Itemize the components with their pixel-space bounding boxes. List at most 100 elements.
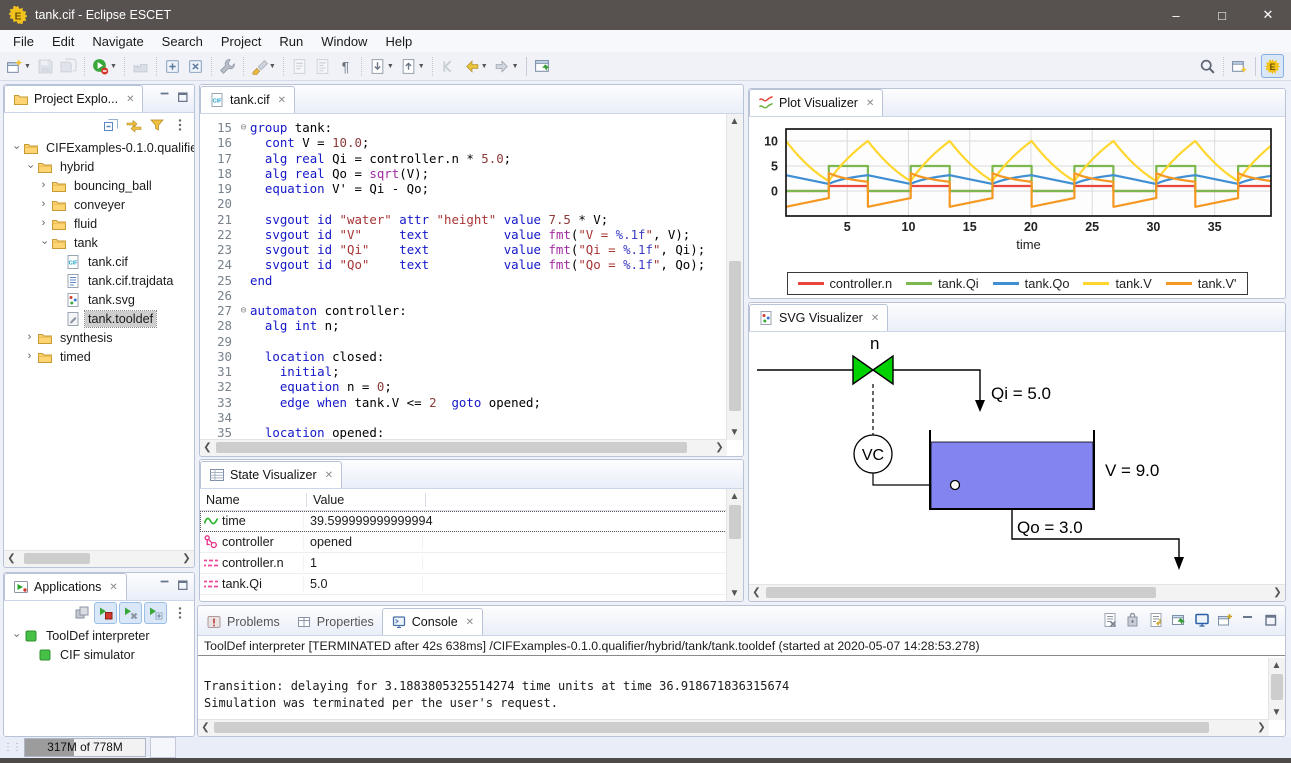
maximize-view-icon[interactable] xyxy=(176,578,190,592)
tab-console[interactable]: Console✕ xyxy=(382,608,483,635)
state-vscrollbar[interactable]: ▲ ▼ xyxy=(726,489,743,601)
menu-file[interactable]: File xyxy=(4,32,43,51)
explorer-item-tank-svg[interactable]: tank.svg xyxy=(4,290,194,309)
code-line-25[interactable]: 25end xyxy=(200,273,727,288)
escet-perspective-button[interactable]: E xyxy=(1261,54,1284,78)
explorer-item-conveyer[interactable]: ›conveyer xyxy=(4,195,194,214)
expander-open-icon[interactable]: › xyxy=(8,626,23,645)
apps-stop-button[interactable] xyxy=(94,602,117,624)
pin-console-button[interactable] xyxy=(1168,610,1189,630)
expander-closed-icon[interactable]: › xyxy=(36,195,51,214)
word-wrap-button[interactable] xyxy=(1145,610,1166,630)
tab-state-visualizer[interactable]: State Visualizer ✕ xyxy=(200,461,342,488)
new-window-button[interactable] xyxy=(532,55,553,77)
console-output[interactable]: Transition: delaying for 3.1883805325514… xyxy=(198,656,1285,717)
minimize-view-icon[interactable] xyxy=(158,578,172,592)
close-button[interactable]: ✕ xyxy=(1245,0,1291,30)
code-line-29[interactable]: 29 xyxy=(200,334,727,349)
dropdown-arrow-icon[interactable]: ▼ xyxy=(269,63,276,70)
collapse-all-button[interactable] xyxy=(100,115,121,135)
explorer-item-tank-cif[interactable]: CIFtank.cif xyxy=(4,252,194,271)
explorer-item-tank-cif-trajdata[interactable]: tank.cif.trajdata xyxy=(4,271,194,290)
console-hscrollbar[interactable]: ❮ ❯ xyxy=(198,719,1269,736)
dropdown-arrow-icon[interactable]: ▼ xyxy=(418,63,425,70)
menu-edit[interactable]: Edit xyxy=(43,32,83,51)
view-menu-button[interactable] xyxy=(169,115,190,135)
menu-help[interactable]: Help xyxy=(376,32,421,51)
expander-open-icon[interactable]: › xyxy=(36,233,51,252)
back-button[interactable]: ▼ xyxy=(461,55,490,77)
expander-open-icon[interactable]: › xyxy=(22,157,37,176)
applications-item-tooldef-interpreter[interactable]: ›ToolDef interpreter xyxy=(4,626,194,645)
code-line-15[interactable]: 15⊖group tank: xyxy=(200,120,727,135)
forward-button[interactable]: ▼ xyxy=(492,55,521,77)
minimize-button[interactable] xyxy=(1237,610,1258,630)
tab-problems[interactable]: Problems xyxy=(198,609,288,635)
new-wizard-button[interactable]: ▼ xyxy=(4,55,33,77)
minimize-button[interactable]: – xyxy=(1153,0,1199,30)
column-header-value[interactable]: Value xyxy=(307,493,426,507)
maximize-button[interactable]: □ xyxy=(1199,0,1245,30)
code-line-28[interactable]: 28 alg int n; xyxy=(200,318,727,333)
code-line-22[interactable]: 22 svgout id "V" text value fmt("V = %.1… xyxy=(200,227,727,242)
explorer-item-fluid[interactable]: ›fluid xyxy=(4,214,194,233)
code-line-19[interactable]: 19 equation V' = Qi - Qo; xyxy=(200,181,727,196)
explorer-item-synthesis[interactable]: ›synthesis xyxy=(4,328,194,347)
pilcrow-button[interactable]: ¶ xyxy=(335,55,356,77)
applications-item-cif-simulator[interactable]: CIF simulator xyxy=(4,645,194,664)
search-button[interactable] xyxy=(1197,55,1218,77)
filter-button[interactable] xyxy=(146,115,167,135)
run-gc-button[interactable] xyxy=(150,737,176,758)
menu-window[interactable]: Window xyxy=(312,32,376,51)
state-row-time[interactable]: time 39.599999999999994 xyxy=(200,511,743,532)
wrench-button[interactable] xyxy=(217,55,238,77)
minimize-view-icon[interactable] xyxy=(158,90,172,104)
close-icon[interactable]: ✕ xyxy=(278,95,286,106)
dropdown-arrow-icon[interactable]: ▼ xyxy=(512,63,519,70)
explorer-item-bouncing-ball[interactable]: ›bouncing_ball xyxy=(4,176,194,195)
code-line-16[interactable]: 16 cont V = 10.0; xyxy=(200,135,727,150)
dropdown-arrow-icon[interactable]: ▼ xyxy=(387,63,394,70)
menu-project[interactable]: Project xyxy=(212,32,270,51)
expander-closed-icon[interactable]: › xyxy=(22,328,37,347)
open-console-button[interactable] xyxy=(1214,610,1235,630)
code-line-27[interactable]: 27⊖automaton controller: xyxy=(200,303,727,318)
close-icon[interactable]: ✕ xyxy=(126,94,134,105)
tab-svg-visualizer[interactable]: SVG Visualizer ✕ xyxy=(749,304,888,331)
code-line-30[interactable]: 30 location closed: xyxy=(200,349,727,364)
menu-search[interactable]: Search xyxy=(153,32,212,51)
statusbar-grip[interactable]: ⋮⋮ xyxy=(3,742,21,753)
box-plus-button[interactable] xyxy=(162,55,183,77)
code-line-33[interactable]: 33 edge when tank.V <= 2 goto opened; xyxy=(200,395,727,410)
code-line-34[interactable]: 34 xyxy=(200,410,727,425)
apps-add-button[interactable] xyxy=(144,602,167,624)
explorer-item-tank[interactable]: ›tank xyxy=(4,233,194,252)
explorer-item-tank-tooldef[interactable]: tank.tooldef xyxy=(4,309,194,328)
code-line-32[interactable]: 32 equation n = 0; xyxy=(200,379,727,394)
menu-navigate[interactable]: Navigate xyxy=(83,32,152,51)
svg-hscrollbar[interactable]: ❮ ❯ xyxy=(749,584,1285,601)
expander-closed-icon[interactable]: › xyxy=(22,347,37,366)
explorer-item-hybrid[interactable]: ›hybrid xyxy=(4,157,194,176)
code-line-21[interactable]: 21 svgout id "water" attr "height" value… xyxy=(200,212,727,227)
state-row-tank-qi[interactable]: tank.Qi 5.0 xyxy=(200,574,743,595)
apps-dup-button[interactable] xyxy=(71,603,92,623)
tab-properties[interactable]: Properties xyxy=(288,609,382,635)
tab-tank-cif[interactable]: CIF tank.cif ✕ xyxy=(200,86,295,113)
code-line-20[interactable]: 20 xyxy=(200,196,727,211)
view-menu-button[interactable] xyxy=(169,603,190,623)
close-icon[interactable]: ✕ xyxy=(866,98,874,109)
fold-collapse-icon[interactable]: ⊖ xyxy=(237,303,250,318)
expander-open-icon[interactable]: › xyxy=(8,138,23,157)
close-icon[interactable]: ✕ xyxy=(466,617,474,628)
close-icon[interactable]: ✕ xyxy=(871,313,879,324)
run-tool-button[interactable]: ▼ xyxy=(90,55,119,77)
prev-annotation-button[interactable]: ▼ xyxy=(398,55,427,77)
maximize-view-icon[interactable] xyxy=(176,90,190,104)
code-line-31[interactable]: 31 initial; xyxy=(200,364,727,379)
explorer-item-cifexamples-0-1-0-qualifier[interactable]: ›CIFExamples-0.1.0.qualifier xyxy=(4,138,194,157)
code-line-26[interactable]: 26 xyxy=(200,288,727,303)
editor-hscrollbar[interactable]: ❮ ❯ xyxy=(200,439,727,456)
tab-applications[interactable]: Applications ✕ xyxy=(4,573,127,600)
link-editor-button[interactable] xyxy=(123,115,144,135)
